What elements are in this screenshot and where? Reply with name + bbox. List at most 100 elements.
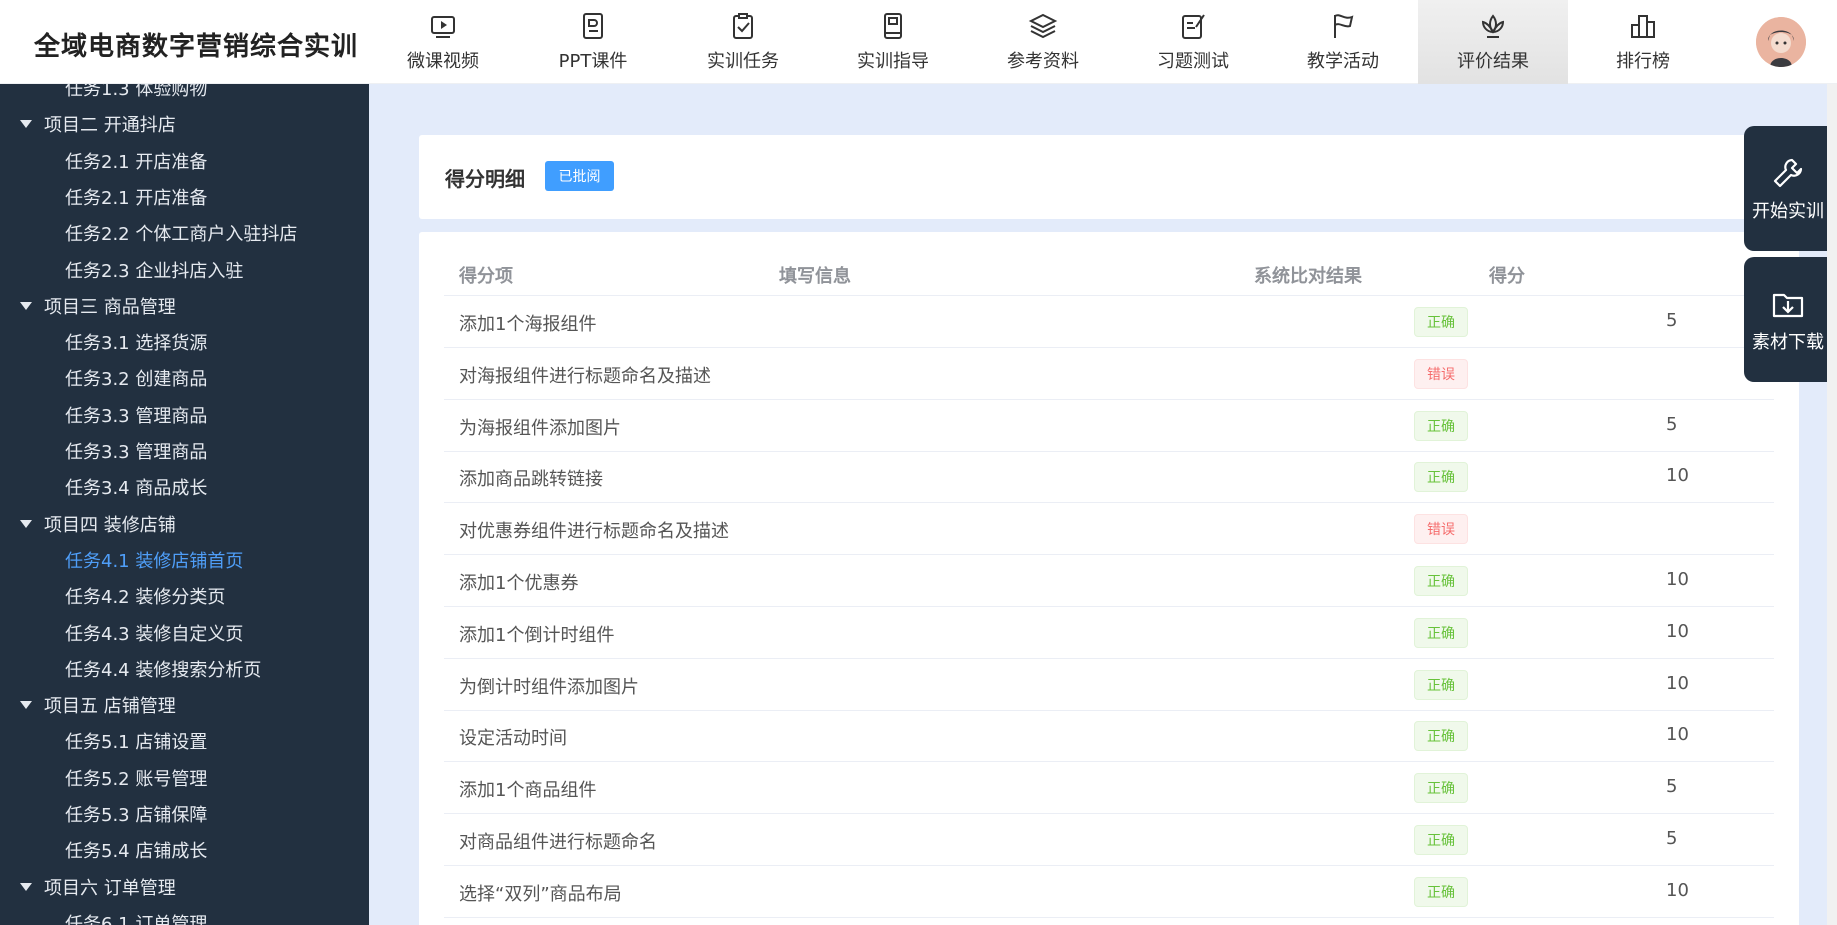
sidebar-item-label: 任务5.2 账号管理 (65, 768, 208, 790)
app-title: 全域电商数字营销综合实训 (34, 32, 359, 62)
sidebar-item[interactable]: 任务2.2 个体工商户入驻抖店 (0, 215, 369, 251)
score-table: 得分项 填写信息 系统比对结果 得分 添加1个海报组件 正确 5 对海报组件进行标题命… (419, 232, 1799, 925)
sidebar-item-label: 任务4.1 装修店铺首页 (65, 550, 244, 572)
nav-label: 参考资料 (1007, 51, 1079, 72)
table-row: 对商品组件进行标题命名 正确 5 (444, 814, 1774, 866)
sidebar-item[interactable]: 任务5.1 店铺设置 (0, 723, 369, 759)
result-correct-tag: 正确 (1414, 669, 1468, 700)
table-row: 为倒计时组件添加图片 正确 10 (444, 659, 1774, 711)
sidebar-item[interactable]: 任务3.2 创建商品 (0, 360, 369, 396)
sidebar-item[interactable]: 任务3.3 管理商品 (0, 397, 369, 433)
start-training-button[interactable]: 开始实训 (1744, 126, 1832, 251)
sidebar-item[interactable]: 任务5.2 账号管理 (0, 760, 369, 796)
sidebar-item[interactable]: 任务4.3 装修自定义页 (0, 615, 369, 651)
sidebar-item[interactable]: 任务3.3 管理商品 (0, 433, 369, 469)
sidebar-group[interactable]: 项目二 开通抖店 (0, 106, 369, 142)
result-correct-tag: 正确 (1414, 876, 1468, 907)
nav-item-guide[interactable]: 实训指导 (818, 0, 968, 84)
sidebar-item[interactable]: 任务2.1 开店准备 (0, 143, 369, 179)
result-correct-tag: 正确 (1414, 773, 1468, 804)
nav-item-quiz[interactable]: 习题测试 (1118, 0, 1268, 84)
caret-down-icon[interactable] (20, 701, 32, 710)
sidebar-item-label: 任务4.2 装修分类页 (65, 587, 226, 609)
column-header-score: 得分 (1489, 266, 1525, 287)
sidebar-item[interactable]: 任务3.4 商品成长 (0, 469, 369, 505)
sidebar-item-label: 任务6.1 订单管理 (65, 913, 208, 925)
result-correct-tag: 正确 (1414, 721, 1468, 752)
ranking-icon (1631, 15, 1655, 38)
sidebar-group[interactable]: 项目三 商品管理 (0, 288, 369, 324)
wrench-icon (1773, 158, 1803, 187)
sidebar-item-label: 任务5.4 店铺成长 (65, 841, 208, 863)
caret-down-icon[interactable] (20, 882, 32, 891)
sidebar-item[interactable]: 任务1.3 体验购物 (0, 84, 369, 106)
sidebar-item-label: 任务2.1 开店准备 (65, 187, 208, 209)
result-correct-tag: 正确 (1414, 825, 1468, 855)
nav-label: 评价结果 (1457, 51, 1529, 72)
sidebar-item-label: 任务3.4 商品成长 (65, 478, 208, 500)
main-content: 得分明细 已批阅 9 得分项 填写信息 系统比对结果 得分 添加1个海报组件正确… (369, 84, 1837, 925)
score-cell: 10 (1666, 620, 1689, 642)
sidebar-item[interactable]: 任务6.1 订单管理 (0, 905, 369, 925)
result-wrong-tag: 错误 (1414, 514, 1468, 545)
nav-item-ranking[interactable]: 排行榜 (1568, 0, 1718, 84)
sidebar-item[interactable]: 任务3.1 选择货源 (0, 324, 369, 360)
nav-item-reference[interactable]: 参考资料 (968, 0, 1118, 84)
nav-label: 实训任务 (707, 51, 779, 72)
table-row: 添加1个商品组件 正确 5 (444, 762, 1774, 815)
table-row: 添加1个倒计时组件 正确 10 (444, 607, 1774, 659)
sidebar-item[interactable]: 任务5.4 店铺成长 (0, 832, 369, 868)
flag-icon (1334, 14, 1354, 38)
caret-down-icon[interactable] (20, 301, 32, 310)
sidebar-tree: 任务1.3 体验购物 项目二 开通抖店 任务2.1 开店准备 任务2.1 开店准备 任务… (0, 84, 369, 925)
start-training-label: 开始实训 (1752, 200, 1824, 222)
nav-label: 排行榜 (1616, 51, 1670, 72)
sidebar-item-label: 任务3.1 选择货源 (65, 333, 208, 355)
main-nav: 微课视频 PPT课件 实训任务 实训指导 参考资料 习题测试 教学活动 评价结果… (368, 0, 1718, 84)
task-icon (733, 13, 753, 39)
result-correct-tag: 正确 (1414, 617, 1468, 648)
material-download-button[interactable]: 素材下载 (1744, 257, 1832, 382)
sidebar-item-label: 任务4.3 装修自定义页 (65, 623, 244, 645)
score-item-cell: 对商品组件进行标题命名 (459, 832, 657, 853)
sidebar-item-label: 任务5.1 店铺设置 (65, 732, 208, 754)
sidebar-item[interactable]: 任务2.3 企业抖店入驻 (0, 252, 369, 288)
sidebar-item-active[interactable]: 任务4.1 装修店铺首页 (0, 542, 369, 578)
result-correct-tag: 正确 (1414, 410, 1468, 441)
sidebar-item-label: 项目六 订单管理 (44, 877, 176, 899)
score-cell: 5 (1666, 828, 1678, 849)
avatar[interactable] (1756, 17, 1806, 67)
caret-down-icon[interactable] (20, 120, 32, 129)
score-cell: 10 (1666, 672, 1689, 694)
nav-item-video[interactable]: 微课视频 (368, 0, 518, 84)
table-header: 得分项 填写信息 系统比对结果 得分 (444, 254, 1774, 296)
sidebar-group[interactable]: 项目四 装修店铺 (0, 506, 369, 542)
nav-item-activity[interactable]: 教学活动 (1268, 0, 1418, 84)
nav-item-evaluation[interactable]: 评价结果 (1418, 0, 1568, 84)
score-card-title: 得分明细 (445, 167, 525, 191)
sidebar-item[interactable]: 任务4.2 装修分类页 (0, 578, 369, 614)
sidebar-item[interactable]: 任务4.4 装修搜索分析页 (0, 651, 369, 687)
sidebar-item[interactable]: 任务2.1 开店准备 (0, 179, 369, 215)
page-scrollbar[interactable] (1827, 84, 1837, 925)
sidebar-item-label: 任务2.3 企业抖店入驻 (65, 260, 244, 282)
nav-item-ppt[interactable]: PPT课件 (518, 0, 668, 84)
nav-item-task[interactable]: 实训任务 (668, 0, 818, 84)
sidebar-group[interactable]: 项目五 店铺管理 (0, 687, 369, 723)
sidebar-item-label: 任务3.3 管理商品 (65, 405, 208, 427)
sidebar-item-label: 任务5.3 店铺保障 (65, 805, 208, 826)
nav-label: 教学活动 (1307, 51, 1379, 72)
table-row: 选择“双列”商品布局 正确 10 (444, 866, 1774, 918)
score-cell: 10 (1666, 879, 1689, 901)
table-row: 添加商品跳转链接 正确 10 (444, 451, 1774, 504)
sidebar-item[interactable]: 任务5.3 店铺保障 (0, 796, 369, 832)
table-row: 添加1个优惠券 正确 10 (444, 555, 1774, 607)
table-row: 添加1个海报组件 正确 5 (444, 296, 1774, 348)
result-correct-tag: 正确 (1414, 462, 1468, 493)
sidebar-group[interactable]: 项目六 订单管理 (0, 869, 369, 905)
score-item-cell: 设定活动时间 (459, 728, 567, 750)
caret-down-icon[interactable] (20, 519, 32, 528)
table-row: 为海报组件添加图片 正确 5 (444, 400, 1774, 452)
score-item-cell: 对海报组件进行标题命名及描述 (459, 365, 711, 387)
sidebar-item-label: 项目四 装修店铺 (44, 514, 176, 536)
